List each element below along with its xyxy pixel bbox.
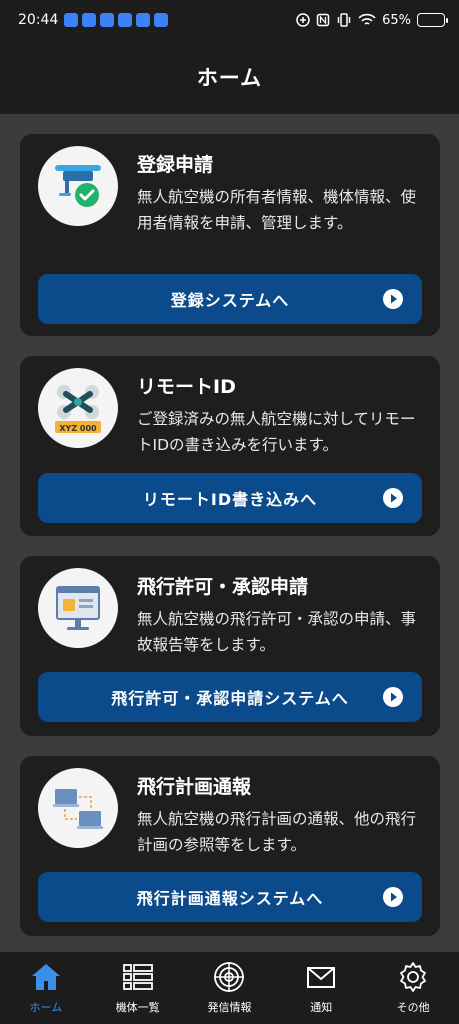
nav-item-home[interactable]: ホーム xyxy=(1,952,91,1024)
notification-icon xyxy=(100,13,115,27)
nav-item-broadcast-info[interactable]: 発信情報 xyxy=(184,952,274,1024)
status-time: 20:44 xyxy=(18,12,59,28)
notification-icon xyxy=(154,13,169,27)
card-flight-plan: 飛行計画通報 無人航空機の飛行計画の通報、他の飛行計画の参照等をします。 飛行計… xyxy=(20,756,440,936)
card-flight-permit: 飛行許可・承認申請 無人航空機の飛行許可・承認の申請、事故報告等をします。 飛行… xyxy=(20,556,440,736)
nav-item-notifications[interactable]: 通知 xyxy=(276,952,366,1024)
battery-icon xyxy=(417,13,448,27)
card-title: 飛行計画通報 xyxy=(137,776,252,798)
button-label: リモートID書き込みへ xyxy=(142,490,318,509)
vibrate-icon xyxy=(337,13,351,27)
flight-permit-system-button[interactable]: 飛行許可・承認申請システムへ xyxy=(38,672,422,722)
card-description: 無人航空機の飛行許可・承認の申請、事故報告等をします。 xyxy=(137,610,417,654)
radar-icon xyxy=(214,962,245,992)
status-bar-left: 20:44 xyxy=(18,12,169,28)
flight-plan-system-button[interactable]: 飛行計画通報システムへ xyxy=(38,872,422,922)
main-content[interactable]: 登録申請 無人航空機の所有者情報、機体情報、使用者情報を申請、管理します。 登録… xyxy=(0,114,459,952)
nav-label: 発信情報 xyxy=(207,1001,252,1014)
icon-tag: XYZ 000 xyxy=(59,424,97,433)
play-circle-icon xyxy=(383,488,403,508)
nav-label: ホーム xyxy=(29,1001,63,1014)
notification-icon xyxy=(64,13,79,27)
drone-registration-icon xyxy=(38,146,118,226)
list-icon xyxy=(122,964,153,990)
bottom-navigation: ホーム 機体一覧 発信情報 通知 その他 xyxy=(0,952,459,1024)
app-bar: ホーム xyxy=(0,40,459,114)
notification-icon xyxy=(82,13,97,27)
notification-icon xyxy=(118,13,133,27)
notification-icons xyxy=(64,13,169,27)
mail-icon xyxy=(307,967,336,988)
flight-permit-icon xyxy=(38,568,118,648)
button-label: 飛行許可・承認申請システムへ xyxy=(111,689,349,708)
card-description: 無人航空機の所有者情報、機体情報、使用者情報を申請、管理します。 xyxy=(137,188,417,232)
wifi-icon xyxy=(358,13,376,25)
card-title: 登録申請 xyxy=(137,154,214,176)
gear-icon xyxy=(400,962,426,992)
button-label: 登録システムへ xyxy=(170,291,290,310)
home-icon xyxy=(31,964,60,990)
notification-icon xyxy=(136,13,151,27)
nav-label: その他 xyxy=(396,1001,430,1014)
status-bar-right: 65% xyxy=(296,12,448,28)
remote-id-write-button[interactable]: リモートID書き込みへ xyxy=(38,473,422,523)
status-bar: 20:44 65% xyxy=(0,0,459,40)
card-remote-id: XYZ 000 リモートID ご登録済みの無人航空機に対してリモートIDの書き込… xyxy=(20,356,440,536)
nav-label: 機体一覧 xyxy=(115,1001,160,1014)
nfc-icon xyxy=(316,13,330,27)
page-title: ホーム xyxy=(196,66,263,90)
battery-percent: 65% xyxy=(382,12,411,28)
card-registration: 登録申請 無人航空機の所有者情報、機体情報、使用者情報を申請、管理します。 登録… xyxy=(20,134,440,336)
play-circle-icon xyxy=(383,887,403,907)
card-title: リモートID xyxy=(137,376,236,398)
remote-id-icon: XYZ 000 xyxy=(38,368,118,448)
registration-system-button[interactable]: 登録システムへ xyxy=(38,274,422,324)
nav-item-other[interactable]: その他 xyxy=(368,952,458,1024)
card-description: ご登録済みの無人航空機に対してリモートIDの書き込みを行います。 xyxy=(137,410,416,454)
nav-item-aircraft-list[interactable]: 機体一覧 xyxy=(93,952,183,1024)
card-title: 飛行許可・承認申請 xyxy=(137,576,309,598)
play-circle-icon xyxy=(383,289,403,309)
button-label: 飛行計画通報システムへ xyxy=(136,889,324,908)
card-description: 無人航空機の飛行計画の通報、他の飛行計画の参照等をします。 xyxy=(137,810,417,854)
flight-plan-icon xyxy=(38,768,118,848)
add-circle-icon xyxy=(296,13,310,27)
nav-label: 通知 xyxy=(310,1001,333,1014)
play-circle-icon xyxy=(383,687,403,707)
